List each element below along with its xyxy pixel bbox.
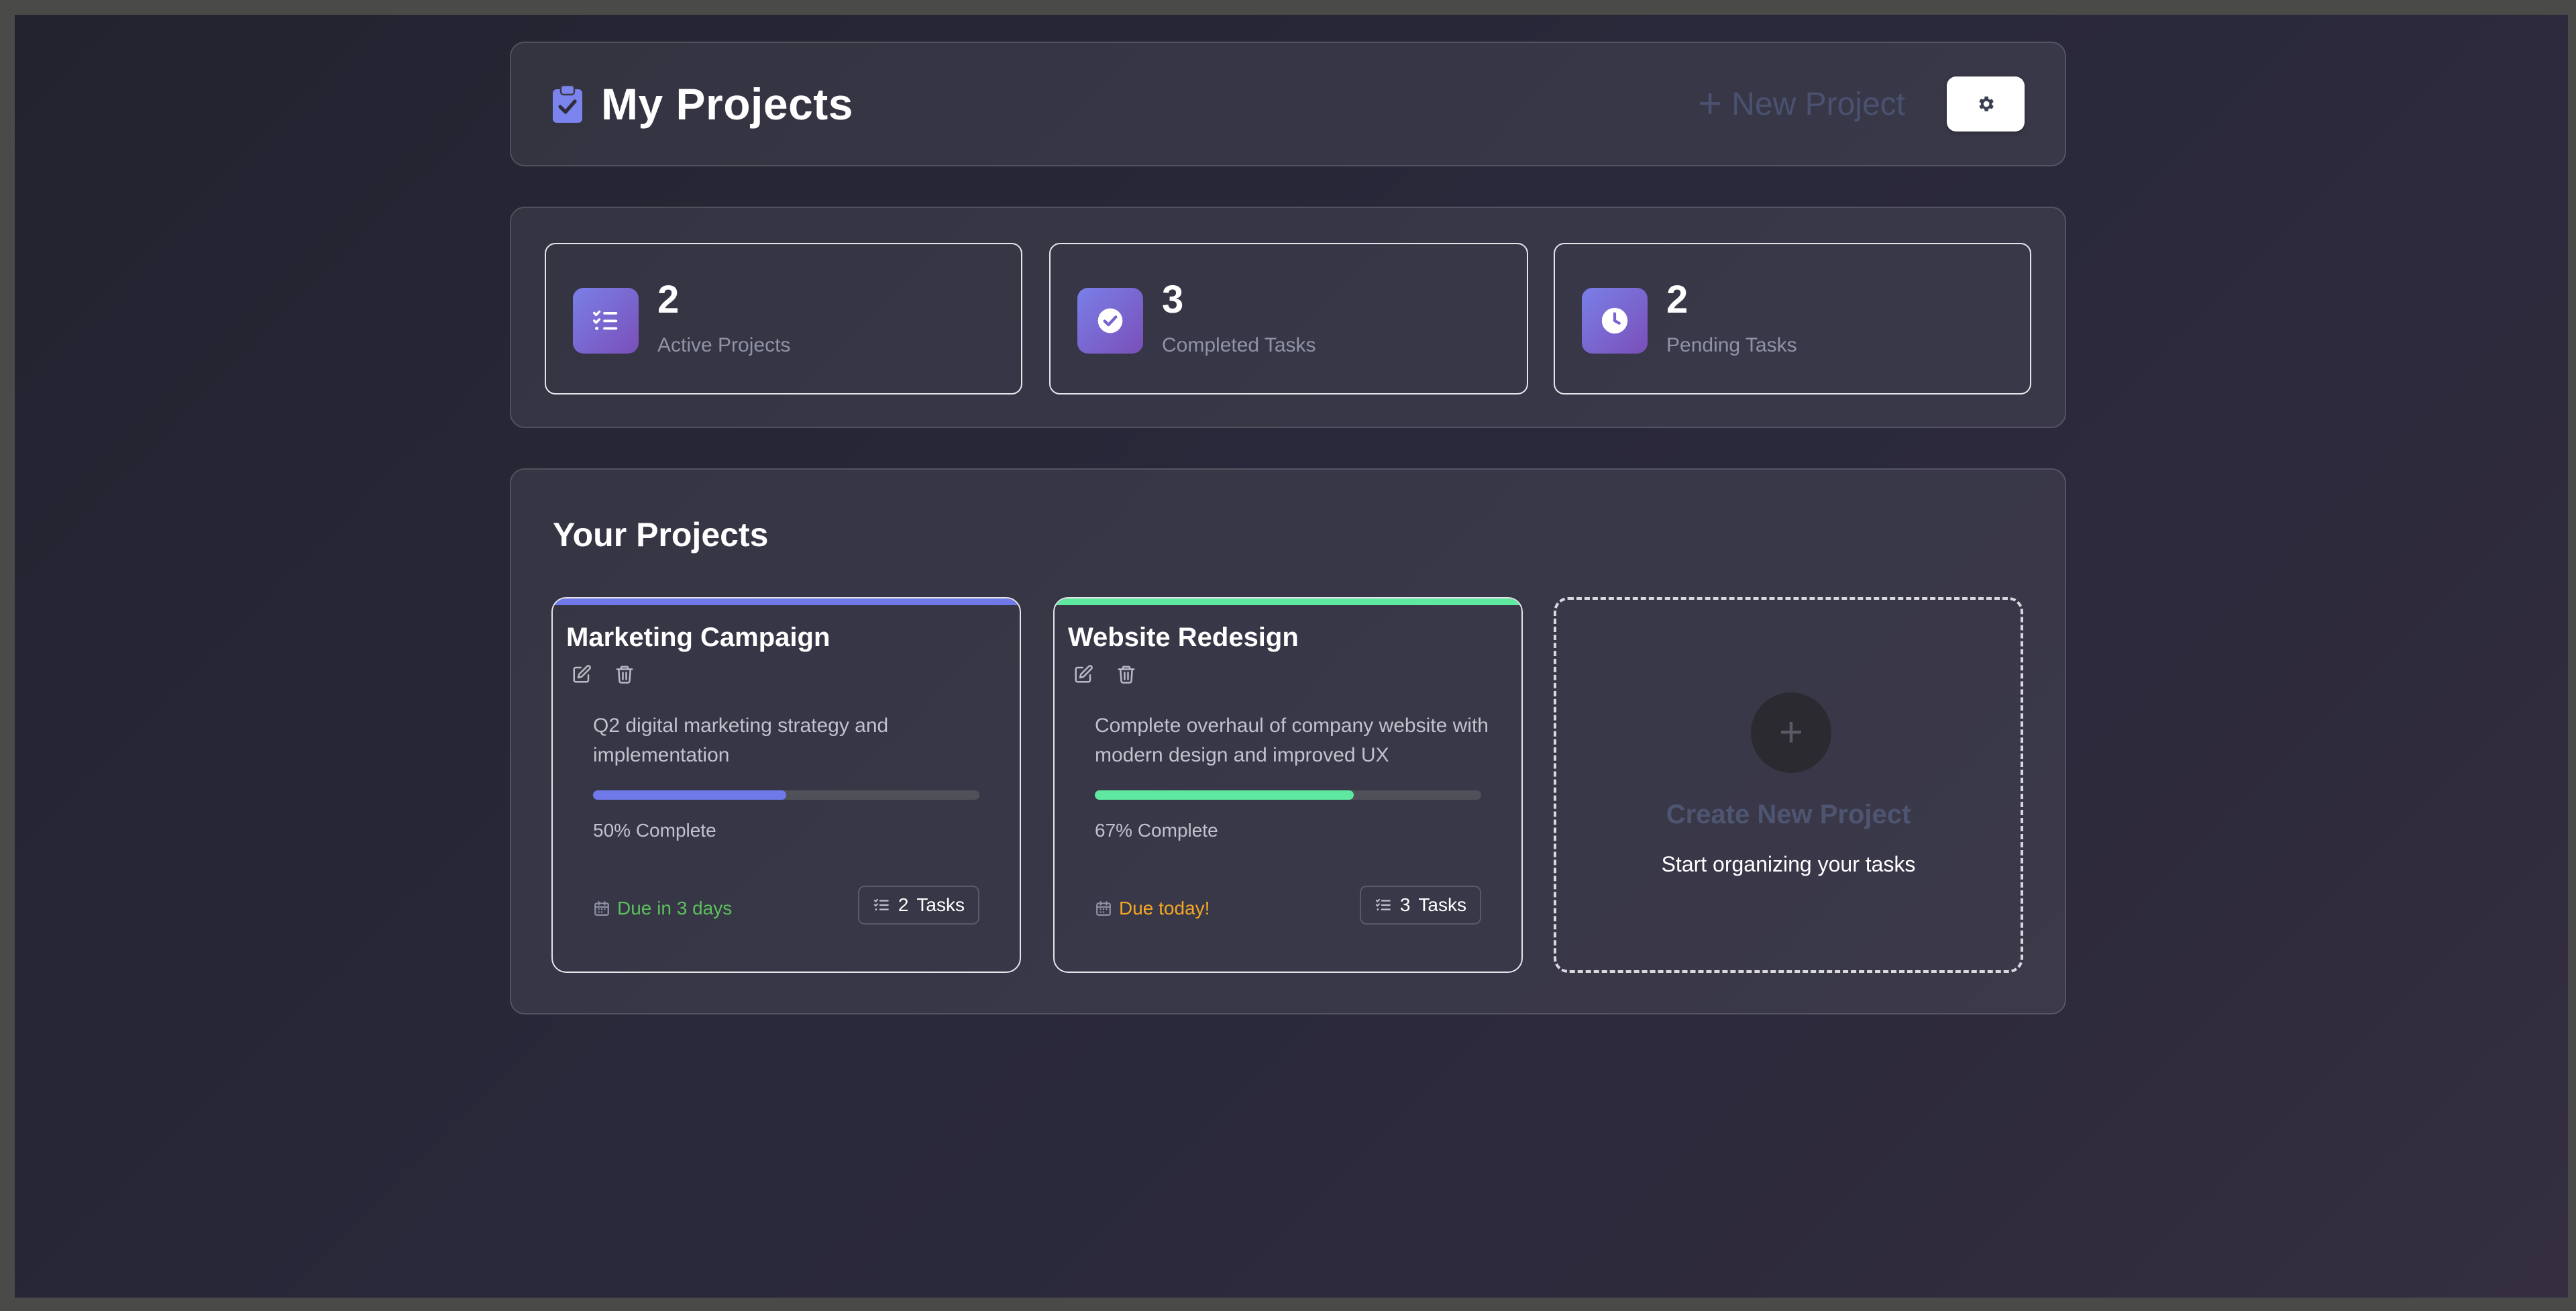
circle-check-icon <box>1077 288 1143 354</box>
card-accent-bar <box>553 598 1020 605</box>
progress-fill <box>593 790 786 800</box>
task-count-badge[interactable]: 3 Tasks <box>1359 886 1481 925</box>
list-check-icon <box>873 898 889 910</box>
clock-icon <box>1582 288 1648 354</box>
list-check-icon <box>1375 898 1391 910</box>
stat-card-pending-tasks: 2 Pending Tasks <box>1554 243 2031 395</box>
tasks-label: Tasks <box>1418 894 1466 915</box>
progress-label: 50% Complete <box>593 820 716 841</box>
stat-label: Active Projects <box>657 334 791 356</box>
app-viewport: My Projects + New Project 2 Active Proje… <box>15 15 2568 1298</box>
due-date: Due today! <box>1095 898 1210 919</box>
project-name: Marketing Campaign <box>566 623 830 652</box>
trash-icon[interactable] <box>614 664 635 684</box>
due-label: Due in 3 days <box>617 898 733 919</box>
card-actions <box>572 664 635 684</box>
progress-label: 67% Complete <box>1095 820 1218 841</box>
trash-icon[interactable] <box>1116 664 1136 684</box>
calendar-icon <box>1096 901 1111 916</box>
new-project-label: New Project <box>1731 86 1905 122</box>
task-count: 3 <box>1399 894 1411 915</box>
plus-icon: + <box>1698 81 1723 127</box>
due-label: Due today! <box>1119 898 1210 919</box>
task-count-badge[interactable]: 2 Tasks <box>857 886 979 925</box>
stats-panel: 2 Active Projects 3 Completed Tasks 2 Pe… <box>510 207 2066 428</box>
due-date: Due in 3 days <box>593 898 732 919</box>
project-card-marketing-campaign[interactable]: Marketing Campaign Q2 digital marketing … <box>551 597 1021 973</box>
list-check-icon <box>573 288 639 354</box>
create-project-subtitle: Start organizing your tasks <box>1661 852 1916 876</box>
create-project-card[interactable]: + Create New Project Start organizing yo… <box>1554 597 2023 973</box>
progress-bar <box>593 790 979 800</box>
progress-bar <box>1095 790 1481 800</box>
project-name: Website Redesign <box>1068 623 1299 652</box>
project-description: Complete overhaul of company website wit… <box>1095 715 1489 766</box>
stat-value: 2 <box>657 278 680 321</box>
plus-icon: + <box>1751 692 1831 773</box>
edit-icon[interactable] <box>1073 664 1093 684</box>
clipboard-check-icon <box>553 84 582 123</box>
progress-fill <box>1095 790 1354 800</box>
projects-panel: Your Projects Marketing Campaign Q2 digi… <box>510 468 2066 1014</box>
stat-card-completed-tasks: 3 Completed Tasks <box>1049 243 1528 395</box>
card-actions <box>1073 664 1136 684</box>
stat-label: Pending Tasks <box>1666 334 1797 356</box>
settings-button[interactable] <box>1947 76 2025 132</box>
calendar-icon <box>594 901 609 916</box>
edit-icon[interactable] <box>572 664 592 684</box>
card-accent-bar <box>1055 598 1521 605</box>
tasks-label: Tasks <box>916 894 965 915</box>
task-count: 2 <box>898 894 909 915</box>
stat-card-active-projects: 2 Active Projects <box>545 243 1022 395</box>
section-title: Your Projects <box>553 516 769 554</box>
project-card-website-redesign[interactable]: Website Redesign Complete overhaul of co… <box>1053 597 1523 973</box>
header-bar: My Projects + New Project <box>510 42 2066 166</box>
stat-label: Completed Tasks <box>1162 334 1316 356</box>
create-project-title: Create New Project <box>1666 800 1911 829</box>
page-title: My Projects <box>601 79 853 129</box>
stat-value: 3 <box>1162 278 1184 321</box>
project-description: Q2 digital marketing strategy and implem… <box>593 715 889 766</box>
stat-value: 2 <box>1666 278 1688 321</box>
new-project-button[interactable]: + New Project <box>1698 83 1905 125</box>
gear-icon <box>1979 96 1994 111</box>
